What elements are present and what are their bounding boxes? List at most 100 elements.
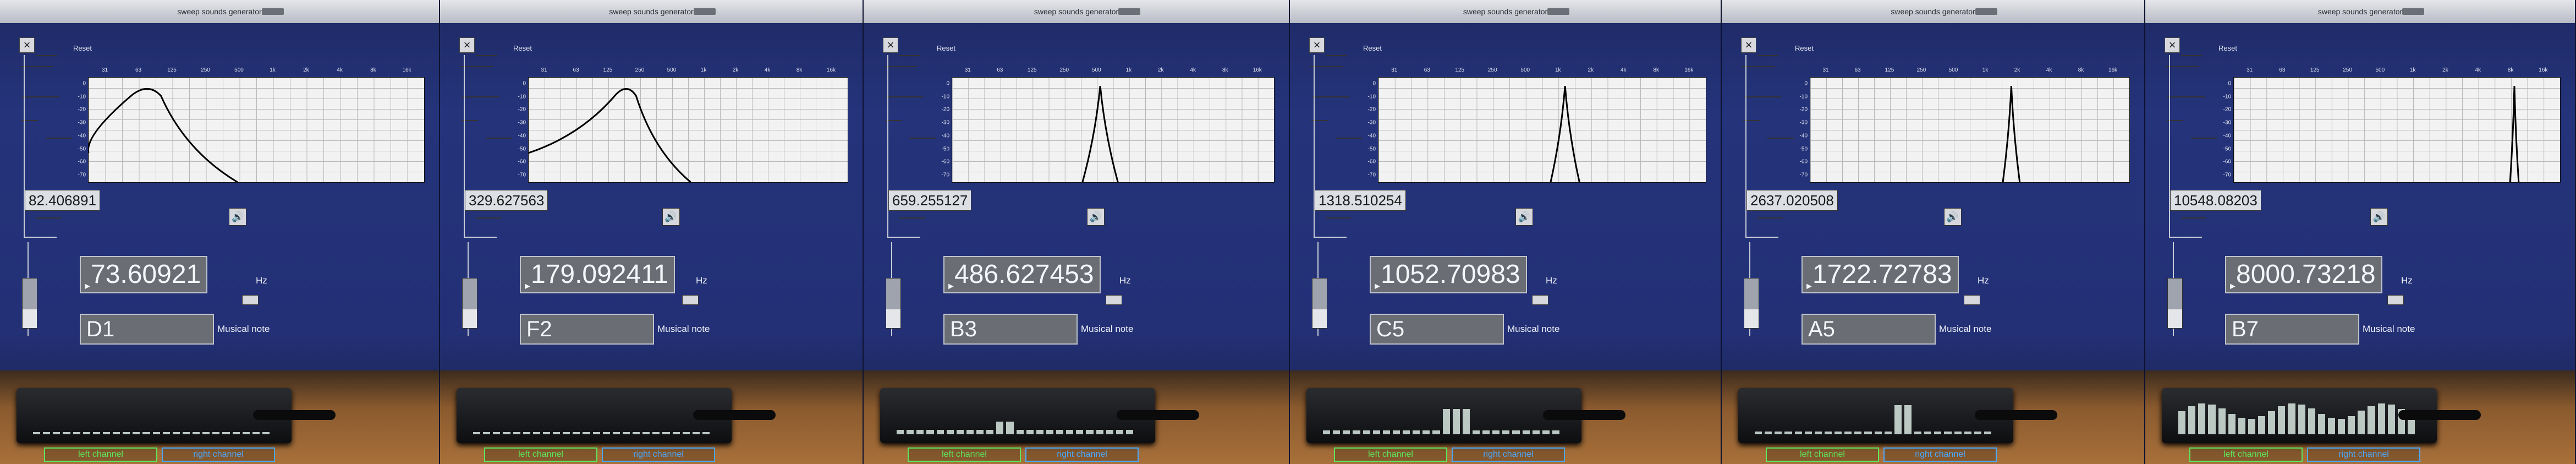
- spectrum-graph[interactable]: [1378, 77, 1706, 183]
- window-title: sweep sounds generator: [609, 7, 694, 16]
- slider-thumb[interactable]: [886, 309, 900, 328]
- led-bar: [936, 430, 944, 434]
- patch-object[interactable]: [46, 138, 72, 139]
- speaker-icon[interactable]: 🔊: [2370, 208, 2388, 226]
- db-tick-label: -10: [518, 94, 526, 100]
- patch-object[interactable]: [899, 217, 925, 219]
- close-button[interactable]: ×: [883, 37, 898, 53]
- led-bar: [1442, 408, 1450, 434]
- audio-spectrum-analyzer: [2162, 388, 2481, 443]
- slider-thumb[interactable]: [1312, 309, 1327, 328]
- target-frequency-number[interactable]: 2637.020508: [1746, 190, 1838, 211]
- spectrum-graph[interactable]: [88, 77, 425, 183]
- freq-tick-label: 250: [1916, 67, 1926, 73]
- reset-toggle[interactable]: [899, 55, 920, 56]
- close-button[interactable]: ×: [1741, 37, 1756, 53]
- reset-toggle[interactable]: [1757, 55, 1778, 56]
- close-button[interactable]: ×: [1309, 37, 1325, 53]
- gain-slider[interactable]: [22, 278, 37, 329]
- speaker-icon[interactable]: 🔊: [1086, 208, 1105, 226]
- patch-object[interactable]: [486, 138, 512, 139]
- speaker-icon[interactable]: 🔊: [662, 208, 680, 226]
- reset-toggle[interactable]: [36, 55, 57, 56]
- patch-object[interactable]: [2167, 96, 2205, 97]
- patch-object[interactable]: [1744, 96, 1781, 97]
- outlet-object[interactable]: [1964, 295, 1980, 305]
- gain-slider[interactable]: [886, 278, 901, 329]
- target-frequency-number[interactable]: 1318.510254: [1315, 190, 1406, 211]
- patch-object[interactable]: [886, 96, 923, 97]
- close-button[interactable]: ×: [459, 37, 475, 53]
- measured-frequency-number[interactable]: ► 8000.73218: [2225, 256, 2382, 293]
- target-frequency-number[interactable]: 82.406891: [25, 190, 100, 211]
- measured-frequency-number[interactable]: ► 1052.70983: [1370, 256, 1527, 293]
- gain-slider[interactable]: [462, 278, 477, 329]
- freq-tick-label: 500: [234, 67, 244, 73]
- measured-frequency-number[interactable]: ► 1722.72783: [1801, 256, 1959, 293]
- reset-toggle[interactable]: [2181, 55, 2202, 56]
- outlet-object[interactable]: [1106, 295, 1122, 305]
- outlet-object[interactable]: [1532, 295, 1548, 305]
- titlebar-widget: [1975, 8, 1997, 15]
- spectrum-graph[interactable]: [1810, 77, 2130, 183]
- patch-cord: [24, 237, 57, 238]
- patch-object[interactable]: [2191, 138, 2217, 139]
- led-bar: [2387, 405, 2395, 434]
- target-frequency-number[interactable]: 10548.08203: [2170, 190, 2261, 211]
- speaker-icon[interactable]: 🔊: [1515, 208, 1533, 226]
- gain-slider[interactable]: [1312, 278, 1327, 329]
- spectrum-graph[interactable]: [528, 77, 848, 183]
- target-frequency-number[interactable]: 329.627563: [465, 190, 548, 211]
- target-frequency-number[interactable]: 659.255127: [888, 190, 972, 211]
- reset-toggle[interactable]: [1326, 55, 1347, 56]
- speaker-icon[interactable]: 🔊: [229, 208, 247, 226]
- close-button[interactable]: ×: [19, 37, 35, 53]
- led-bar: [2198, 403, 2206, 434]
- patch-object[interactable]: [1310, 66, 1343, 67]
- slider-thumb[interactable]: [2168, 309, 2182, 328]
- close-button[interactable]: ×: [2165, 37, 2180, 53]
- gain-slider[interactable]: [2167, 278, 2183, 329]
- patch-object[interactable]: [2166, 66, 2199, 67]
- outlet-object[interactable]: [2387, 295, 2404, 305]
- speaker-icon[interactable]: 🔊: [1943, 208, 1962, 226]
- outlet-object[interactable]: [682, 295, 699, 305]
- patch-object[interactable]: [462, 96, 499, 97]
- reset-toggle[interactable]: [476, 55, 497, 56]
- led-bar: [53, 432, 61, 434]
- patch-object[interactable]: [20, 66, 53, 67]
- patch-object[interactable]: [1767, 138, 1794, 139]
- patch-object[interactable]: [1326, 217, 1351, 219]
- outlet-object[interactable]: [242, 295, 259, 305]
- measured-frequency-number[interactable]: ► 486.627453: [943, 256, 1101, 293]
- spectrum-graph[interactable]: [2233, 77, 2561, 183]
- measured-frequency-number[interactable]: ► 73.60921: [80, 256, 208, 293]
- patch-object[interactable]: [22, 96, 59, 97]
- led-bar: [1116, 430, 1123, 434]
- patch-object[interactable]: [36, 217, 61, 219]
- patch-object[interactable]: [460, 66, 493, 67]
- measured-frequency-number[interactable]: ► 179.092411: [520, 256, 675, 293]
- patch-object[interactable]: [1312, 96, 1349, 97]
- patch-object[interactable]: [884, 66, 917, 67]
- slider-thumb[interactable]: [1744, 309, 1759, 328]
- right-channel-label: right channel: [602, 447, 715, 462]
- freq-tick-label: 500: [1948, 67, 1958, 73]
- db-tick-label: 0: [523, 80, 526, 87]
- led-bar: [956, 430, 964, 434]
- titlebar-widget: [2402, 8, 2425, 15]
- patch-object[interactable]: [909, 138, 936, 139]
- patch-object[interactable]: [476, 217, 501, 219]
- led-bar: [1904, 405, 1912, 434]
- patch-object[interactable]: [2181, 217, 2206, 219]
- slider-thumb[interactable]: [23, 309, 37, 328]
- led-bar: [1512, 430, 1520, 434]
- spectrum-graph[interactable]: [952, 77, 1275, 183]
- response-curve: [89, 88, 238, 182]
- patch-object[interactable]: [1336, 138, 1362, 139]
- patch-object[interactable]: [1757, 217, 1783, 219]
- gain-slider[interactable]: [1744, 278, 1759, 329]
- led-bar: [483, 432, 491, 434]
- slider-thumb[interactable]: [463, 309, 477, 328]
- patch-object[interactable]: [1742, 66, 1775, 67]
